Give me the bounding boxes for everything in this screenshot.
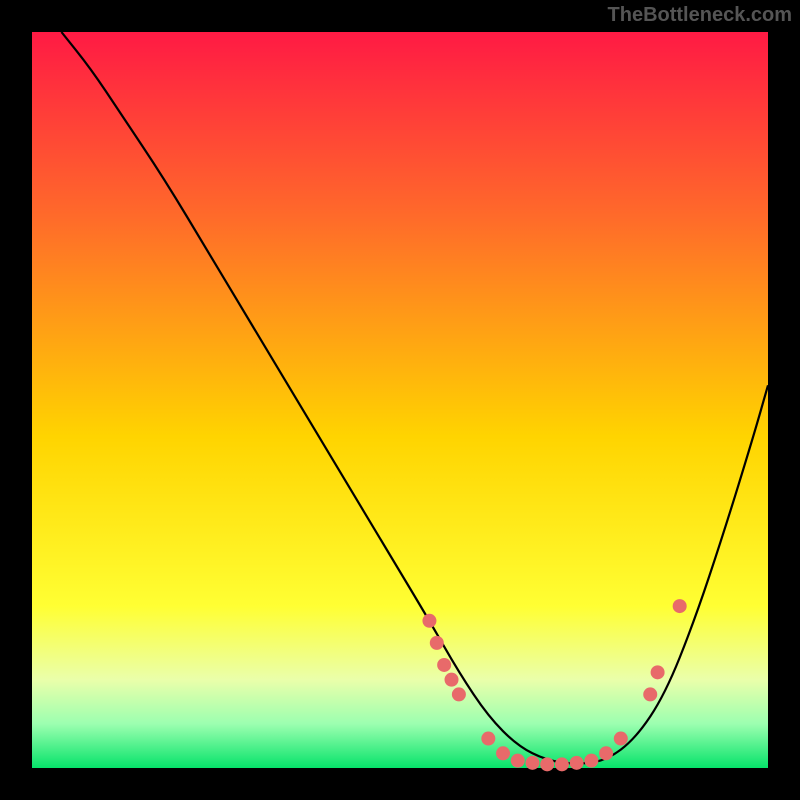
- data-point: [525, 756, 539, 770]
- chart-container: { "attribution": "TheBottleneck.com", "c…: [0, 0, 800, 800]
- data-point: [614, 732, 628, 746]
- attribution-text: TheBottleneck.com: [608, 4, 792, 27]
- data-point: [437, 658, 451, 672]
- data-point: [422, 614, 436, 628]
- data-point: [452, 687, 466, 701]
- data-point: [570, 756, 584, 770]
- data-point: [555, 757, 569, 771]
- plot-background: [32, 32, 768, 768]
- data-point: [511, 754, 525, 768]
- bottleneck-chart: [0, 0, 800, 800]
- data-point: [651, 665, 665, 679]
- data-point: [673, 599, 687, 613]
- data-point: [481, 732, 495, 746]
- data-point: [540, 757, 554, 771]
- data-point: [584, 754, 598, 768]
- data-point: [430, 636, 444, 650]
- data-point: [599, 746, 613, 760]
- data-point: [643, 687, 657, 701]
- data-point: [445, 673, 459, 687]
- data-point: [496, 746, 510, 760]
